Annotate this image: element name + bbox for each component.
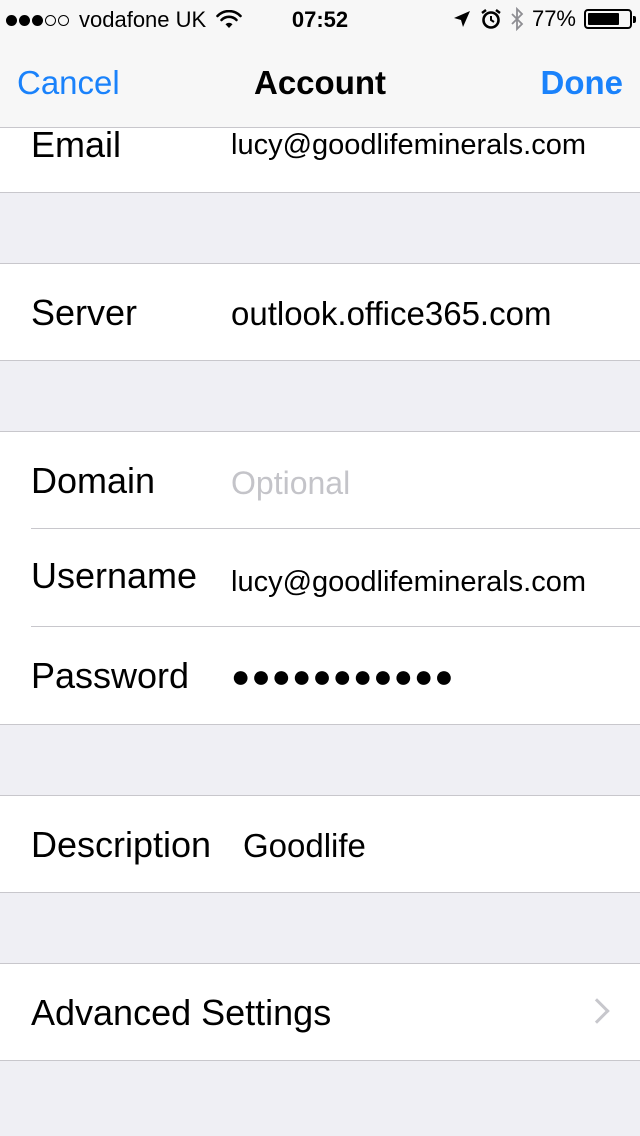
- description-label: Description: [31, 824, 212, 865]
- description-row[interactable]: Description Goodlife: [0, 796, 640, 893]
- location-arrow-icon: [453, 11, 470, 27]
- advanced-settings-label: Advanced Settings: [31, 992, 332, 1033]
- email-label: Email: [31, 124, 122, 165]
- password-row[interactable]: Password ●●●●●●●●●●●: [0, 627, 640, 724]
- server-group: Server outlook.office365.com: [0, 263, 640, 361]
- server-row[interactable]: Server outlook.office365.com: [0, 264, 640, 361]
- domain-row[interactable]: Domain Optional: [0, 432, 640, 529]
- username-row[interactable]: Username lucy@goodlifeminerals.com: [0, 529, 640, 626]
- email-group: Email lucy@goodlifeminerals.com: [0, 124, 640, 193]
- status-right: 77%: [444, 6, 636, 32]
- description-field[interactable]: Goodlife: [243, 827, 366, 865]
- email-row[interactable]: Email lucy@goodlifeminerals.com: [0, 96, 640, 193]
- domain-label: Domain: [31, 460, 156, 501]
- status-bar: vodafone UK 07:52 77%: [0, 0, 640, 40]
- advanced-group: Advanced Settings: [0, 963, 640, 1061]
- email-field[interactable]: lucy@goodlifeminerals.com: [231, 129, 586, 162]
- alarm-icon: [481, 9, 501, 29]
- server-label: Server: [31, 292, 138, 333]
- advanced-settings-row[interactable]: Advanced Settings: [0, 964, 640, 1061]
- battery-icon: [584, 9, 636, 29]
- description-group: Description Goodlife: [0, 795, 640, 893]
- password-field[interactable]: ●●●●●●●●●●●: [231, 658, 455, 695]
- credentials-group: Domain Optional Username lucy@goodlifemi…: [0, 431, 640, 725]
- bluetooth-icon: [511, 7, 524, 31]
- username-label: Username: [31, 555, 198, 596]
- password-label: Password: [31, 655, 190, 696]
- username-field[interactable]: lucy@goodlifeminerals.com: [231, 566, 586, 599]
- chevron-right-icon: [584, 998, 610, 1024]
- battery-percent: 77%: [531, 6, 576, 31]
- battery-level: [588, 13, 619, 25]
- server-field[interactable]: outlook.office365.com: [231, 295, 551, 333]
- domain-field[interactable]: Optional: [231, 465, 350, 502]
